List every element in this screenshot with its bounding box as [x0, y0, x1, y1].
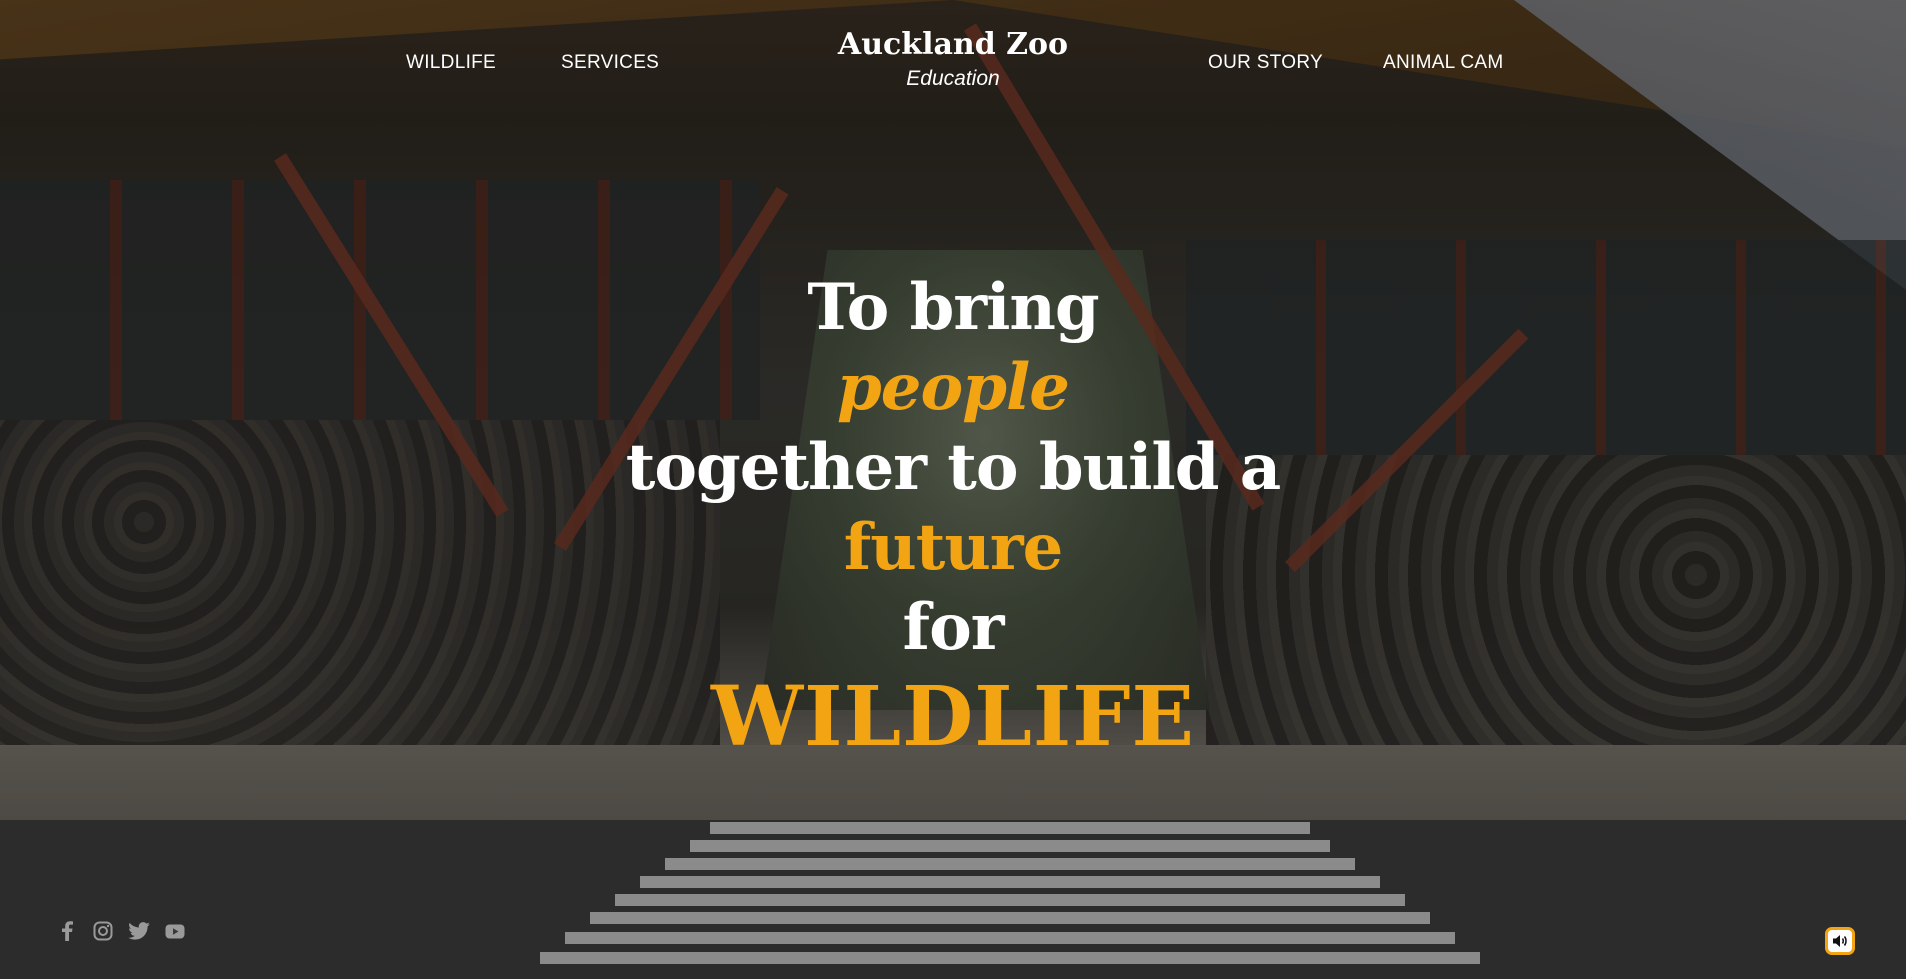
youtube-icon[interactable]	[164, 920, 186, 942]
facebook-icon[interactable]	[56, 920, 78, 942]
brand-subtitle: Education	[906, 67, 1000, 90]
instagram-icon[interactable]	[92, 920, 114, 942]
social-links	[56, 920, 186, 942]
twitter-icon[interactable]	[128, 920, 150, 942]
nav-link-wildlife[interactable]: WILDLIFE	[406, 52, 496, 74]
sound-toggle-button[interactable]	[1825, 927, 1855, 955]
speaker-icon	[1832, 934, 1848, 948]
nav-link-services[interactable]: SERVICES	[561, 52, 659, 74]
headline-line-wildlife: WILDLIFE	[711, 669, 1195, 765]
nav-link-our-story[interactable]: OUR STORY	[1208, 52, 1323, 74]
hero-headline: To bring people together to build a futu…	[553, 268, 1353, 766]
headline-line: To bring	[807, 270, 1099, 345]
headline-line: together to build a	[625, 430, 1281, 505]
brand-title: Auckland Zoo	[837, 27, 1069, 62]
site-logo[interactable]: Auckland Zoo Education	[753, 26, 1153, 94]
headline-line-accent: future	[843, 510, 1064, 585]
nav-link-animal-cam[interactable]: ANIMAL CAM	[1383, 52, 1504, 74]
headline-line: for	[902, 590, 1005, 665]
headline-line-accent: people	[837, 350, 1070, 425]
hero-section: WILDLIFE SERVICES Auckland Zoo Education…	[0, 0, 1906, 979]
